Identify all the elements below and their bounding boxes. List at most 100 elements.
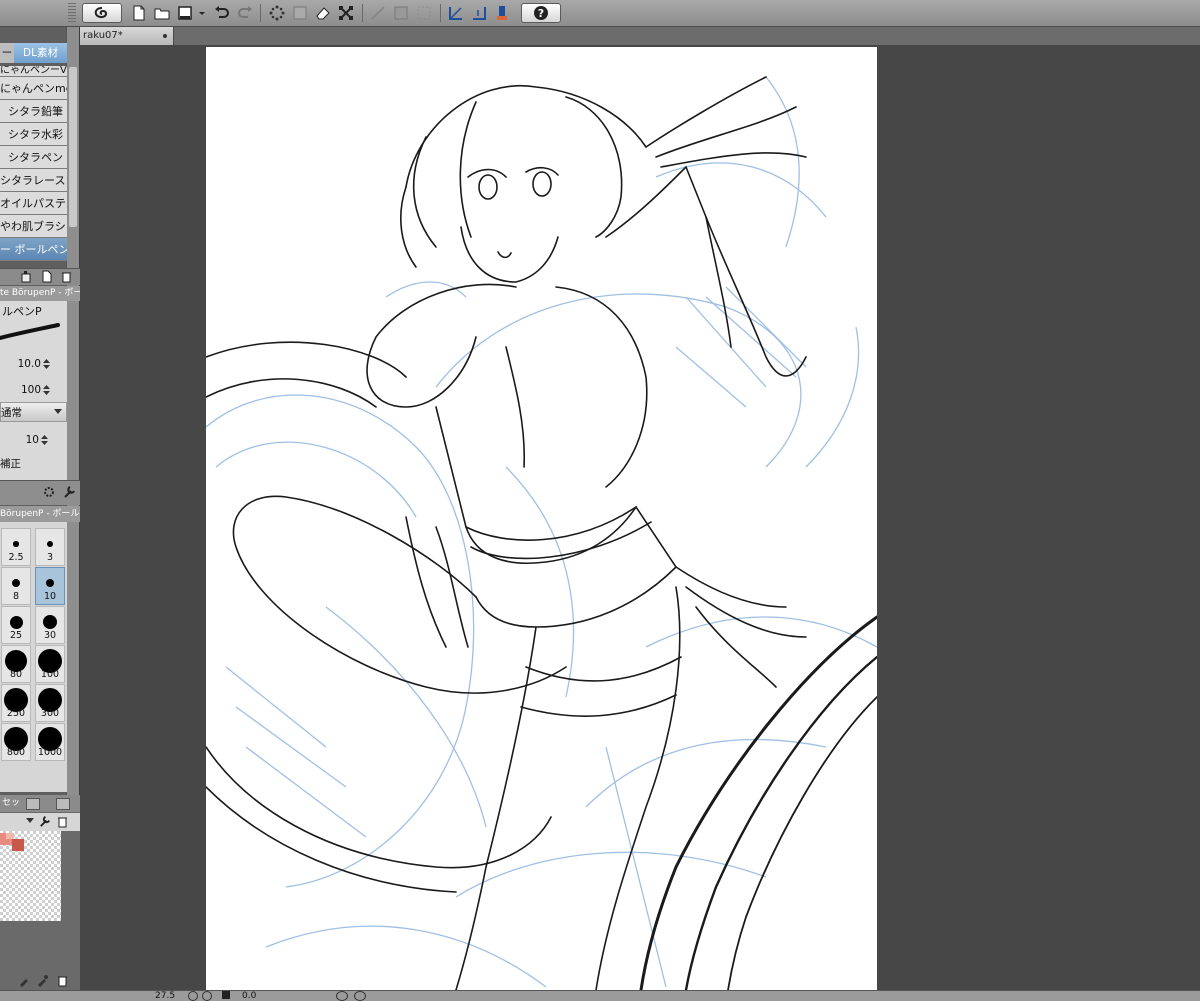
delete-icon[interactable] [56,815,69,828]
brush-item[interactable]: にゃんペンmeow [0,77,67,100]
brush-size-dot [9,615,23,629]
chevron-down-icon[interactable] [26,818,34,824]
brush-size-option[interactable]: 800 [1,723,31,761]
brush-size-label: 2.5 [8,552,24,563]
stabilization-row[interactable]: 10 [0,428,67,452]
open-file-icon[interactable] [153,4,171,22]
tool-preview: ルペンP [0,304,67,344]
grid-icon[interactable] [392,4,410,22]
fit-view-icon[interactable] [222,991,230,999]
brush-item[interactable]: シタラ水彩 [0,123,67,146]
brush-item[interactable]: シタラペン [0,146,67,169]
eraser-icon[interactable] [314,4,332,22]
document-tab-title: raku07* [83,30,123,41]
redo-icon[interactable] [236,4,254,22]
new-file-icon[interactable] [130,4,148,22]
brush-size-option[interactable]: 30 [35,606,65,644]
document-tab-bar: raku07* [80,27,1200,45]
frame-icon[interactable] [415,4,433,22]
brush-size-label: 1000 [37,747,63,758]
brush-size-option[interactable]: 25 [1,606,31,644]
close-tab-icon[interactable] [163,34,167,38]
brush-item[interactable]: シタラレース [0,169,67,192]
tab-subtool-left[interactable]: ー [0,43,14,63]
stabilization-value[interactable]: 10 [26,428,39,452]
brush-size-option[interactable]: 80 [1,645,31,683]
brush-list: にゃんペンーV3 にゃんペンmeow シタラ鉛筆 シタラ水彩 シタラペン シタラ… [0,66,67,261]
tab-dl-material[interactable]: DL素材 [14,43,67,63]
correction-row[interactable]: 補正 [0,452,67,476]
brush-item[interactable]: にゃんペンーV3 [0,66,67,77]
brush-size-option[interactable]: 100 [35,645,65,683]
brush-size-option[interactable]: 300 [35,684,65,722]
color-swatch[interactable] [6,833,14,839]
document-tab[interactable]: raku07* [80,27,174,45]
help-icon: ? [534,6,548,20]
sketch-artwork [206,76,877,990]
eyedropper-icon[interactable] [36,974,49,987]
brush-size-option[interactable]: 2.5 [1,528,31,566]
color-swatch-grid[interactable] [0,831,61,921]
eyedropper-add-icon[interactable] [18,974,31,987]
save-icon[interactable] [176,4,194,22]
color-set-tab-icon[interactable] [26,798,40,810]
brush-size-option[interactable]: 1000 [35,723,65,761]
wrench-icon[interactable] [38,815,51,828]
snap-grid-icon[interactable] [493,4,511,22]
brush-size-label: 80 [9,669,23,680]
brush-item[interactable]: オイルパステル [0,192,67,215]
undo-icon[interactable] [213,4,231,22]
color-set-footer [0,970,80,990]
color-set-header: セッ [0,795,80,812]
brush-size-label: 800 [6,747,26,758]
brush-item[interactable]: やわ肌ブラシ [0,215,67,238]
color-set-tab-icon[interactable] [56,798,70,810]
snap-ruler-icon[interactable] [447,4,465,22]
settings-icon[interactable] [42,485,55,498]
brush-size-row[interactable]: 10.0 [0,352,67,376]
snap-special-ruler-icon[interactable] [470,4,488,22]
brush-size-option[interactable]: 3 [35,528,65,566]
clear-icon[interactable] [268,4,286,22]
copy-subtool-icon[interactable] [20,270,33,283]
spinner-icon[interactable] [43,384,50,396]
spinner-icon[interactable] [43,358,50,370]
color-set-toolbar [0,813,80,831]
brush-size-option[interactable]: 8 [1,567,31,605]
subtool-panel-footer [0,268,80,285]
brush-size-label: 3 [46,552,54,563]
scrollbar-thumb[interactable] [69,67,77,227]
brush-size-panel: BörupenP - ボール 2.5 3 8 10 25 30 80 100 250 300 800… [0,506,80,792]
brush-size-option[interactable]: 250 [1,684,31,722]
brush-item[interactable]: シタラ鉛筆 [0,100,67,123]
new-subtool-icon[interactable] [40,270,53,283]
svg-text:?: ? [538,7,544,20]
delete-icon[interactable] [56,974,69,987]
transform-icon[interactable] [337,4,355,22]
lineart-layer [206,76,877,990]
opacity-row[interactable]: 100 [0,378,67,402]
wrench-icon[interactable] [62,485,75,498]
tool-property-header: te BörupenP - ボー [0,286,80,301]
main-toolbar: ? [0,0,1200,27]
color-swatch[interactable] [12,839,24,851]
spinner-icon[interactable] [41,434,48,446]
app-logo-button[interactable] [82,3,122,23]
help-button[interactable]: ? [521,3,561,23]
fill-selection-icon[interactable] [291,4,309,22]
toolbar-grip[interactable] [68,3,76,24]
brush-size-option[interactable]: 10 [35,567,65,605]
opacity-value[interactable]: 100 [21,378,41,402]
ruler-icon[interactable] [369,4,387,22]
brush-item-selected[interactable]: ー ボールペンP [0,238,67,261]
brush-size-value[interactable]: 10.0 [18,352,41,376]
canvas-paper[interactable] [206,47,877,990]
blend-mode-select[interactable]: 通常 [0,402,67,422]
brush-stroke-preview [0,323,60,340]
blend-mode-value: 通常 [1,407,22,419]
brush-size-dot [11,578,21,588]
toolbar-separator [440,4,441,22]
chevron-down-icon[interactable] [197,4,207,22]
delete-icon[interactable] [60,270,73,283]
correction-label: 補正 [0,458,21,470]
